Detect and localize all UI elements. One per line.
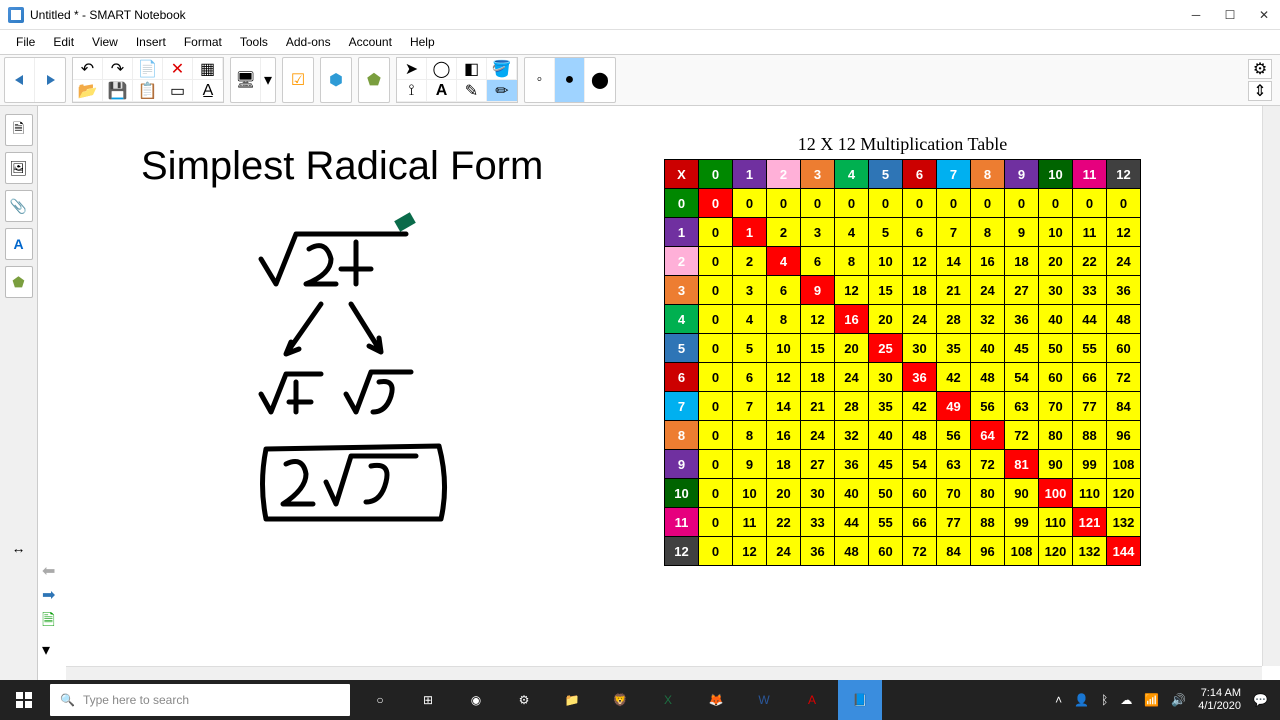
text-style-button[interactable]: A̲ [193,80,223,102]
brave-icon[interactable]: 🦁 [598,680,642,720]
close-button[interactable]: ✕ [1256,7,1272,23]
move-toolbar-icon[interactable]: ⇕ [1248,81,1272,101]
people-icon[interactable]: 👤 [1074,693,1089,707]
explorer-icon[interactable]: 📁 [550,680,594,720]
select-tool[interactable]: ➤ [397,58,427,80]
multiplication-table: 12 X 12 Multiplication Table X0123456789… [664,134,1141,566]
tray-up-icon[interactable]: ˄ [1055,693,1062,707]
cortana-icon[interactable]: ○ [358,680,402,720]
workspace: 🗎 🖼 📎 A ⬟ ↔ Simplest Radical Form [0,106,1280,684]
nav-up-icon[interactable]: ⬅ [42,561,55,581]
title-bar: Untitled * - SMART Notebook ─ ☐ ✕ [0,0,1280,30]
window-title: Untitled * - SMART Notebook [30,8,1188,22]
vertical-scrollbar[interactable] [1262,106,1280,666]
page-title: Simplest Radical Form [141,144,543,189]
dropdown-icon[interactable]: ▾ [261,58,275,102]
smart-notebook-taskbar-icon[interactable]: 📘 [838,680,882,720]
settings-taskbar-icon[interactable]: ⚙ [502,680,546,720]
bluetooth-icon[interactable]: ᛒ [1101,693,1108,707]
menu-file[interactable]: File [8,32,43,52]
menu-account[interactable]: Account [341,32,400,52]
undo-button[interactable]: ↶ [73,58,103,80]
eraser-large[interactable]: ⬤ [585,58,615,102]
highlighter-tool[interactable]: ✏ [487,80,517,102]
minimize-button[interactable]: ─ [1188,7,1204,23]
delete-button[interactable]: ✕ [163,58,193,80]
onedrive-icon[interactable]: ☁ [1120,693,1132,707]
nav-add-icon[interactable]: 🗎 [42,609,55,636]
toolbar: ↶ 📂 ↷ 💾 📄 📋 ✕ ▭ ▦ A̲ 🖥 ▾ ☑ ⬢ ⬟ ➤ ⟟ ◯ A ◧… [0,54,1280,106]
screen-shade-button[interactable]: ▭ [163,80,193,102]
chrome-icon[interactable]: ◉ [454,680,498,720]
excel-icon[interactable]: X [646,680,690,720]
eraser-medium[interactable]: ● [555,58,585,102]
addons-tab[interactable]: ⬟ [5,266,33,298]
save-button[interactable]: 💾 [103,80,133,102]
notifications-icon[interactable]: 💬 [1253,693,1268,707]
eraser-tool[interactable]: ◧ [457,58,487,80]
windows-taskbar: 🔍 Type here to search ○ ⊞ ◉ ⚙ 📁 🦁 X 🦊 W … [0,680,1280,720]
menu-insert[interactable]: Insert [128,32,174,52]
side-tabs: 🗎 🖼 📎 A ⬟ ↔ [0,106,38,684]
eraser-small[interactable]: ◦ [525,58,555,102]
menu-addons[interactable]: Add-ons [278,32,339,52]
multiplication-grid: X012345678910111200000000000000101234567… [664,159,1141,566]
settings-icon[interactable]: ⚙ [1248,59,1272,79]
menu-bar: File Edit View Insert Format Tools Add-o… [0,30,1280,54]
menu-edit[interactable]: Edit [45,32,82,52]
prev-page-button[interactable] [5,58,35,102]
page-nav: ⬅ ➡ 🗎 ▾ [42,561,55,660]
ruler-tool[interactable]: ⟟ [397,80,427,102]
open-button[interactable]: 📂 [73,80,103,102]
volume-icon[interactable]: 🔊 [1171,693,1186,707]
response-button[interactable]: ☑ [283,58,313,102]
nav-down-icon[interactable]: ➡ [42,585,55,605]
canvas-area[interactable]: Simplest Radical Form [38,106,1280,684]
menu-help[interactable]: Help [402,32,443,52]
addon-button[interactable]: ⬟ [359,58,389,102]
search-placeholder: Type here to search [83,693,189,707]
word-icon[interactable]: W [742,680,786,720]
clock-date: 4/1/2020 [1198,700,1241,713]
text-tool[interactable]: A [427,80,457,102]
handwritten-math [231,224,491,534]
page-sorter-tab[interactable]: 🗎 [5,114,33,146]
pen-tool[interactable]: ✎ [457,80,487,102]
nav-more-icon[interactable]: ▾ [42,640,55,660]
screen-capture-button[interactable]: 🖥 [231,58,261,102]
menu-view[interactable]: View [84,32,126,52]
maximize-button[interactable]: ☐ [1222,7,1238,23]
taskview-icon[interactable]: ⊞ [406,680,450,720]
wifi-icon[interactable]: 📶 [1144,693,1159,707]
gallery-tab[interactable]: 🖼 [5,152,33,184]
app-icon [8,7,24,23]
acrobat-icon[interactable]: A [790,680,834,720]
taskbar-search[interactable]: 🔍 Type here to search [50,684,350,716]
new-page-button[interactable]: 📄 [133,58,163,80]
gimp-icon[interactable]: 🦊 [694,680,738,720]
start-button[interactable] [0,680,48,720]
next-page-button[interactable] [35,58,65,102]
properties-tab[interactable]: A [5,228,33,260]
menu-tools[interactable]: Tools [232,32,276,52]
measurement-button[interactable]: ⬢ [321,58,351,102]
table-button[interactable]: ▦ [193,58,223,80]
menu-format[interactable]: Format [176,32,230,52]
search-icon: 🔍 [60,693,75,707]
table-title: 12 X 12 Multiplication Table [664,134,1141,155]
taskbar-clock[interactable]: 7:14 AM 4/1/2020 [1198,687,1241,713]
fill-tool[interactable]: 🪣 [487,58,517,80]
resize-handle[interactable]: ↔ [5,532,33,564]
redo-button[interactable]: ↷ [103,58,133,80]
paste-button[interactable]: 📋 [133,80,163,102]
shape-tool[interactable]: ◯ [427,58,457,80]
clock-time: 7:14 AM [1198,687,1241,700]
attachments-tab[interactable]: 📎 [5,190,33,222]
system-tray: ˄ 👤 ᛒ ☁ 📶 🔊 7:14 AM 4/1/2020 💬 [1055,687,1280,713]
